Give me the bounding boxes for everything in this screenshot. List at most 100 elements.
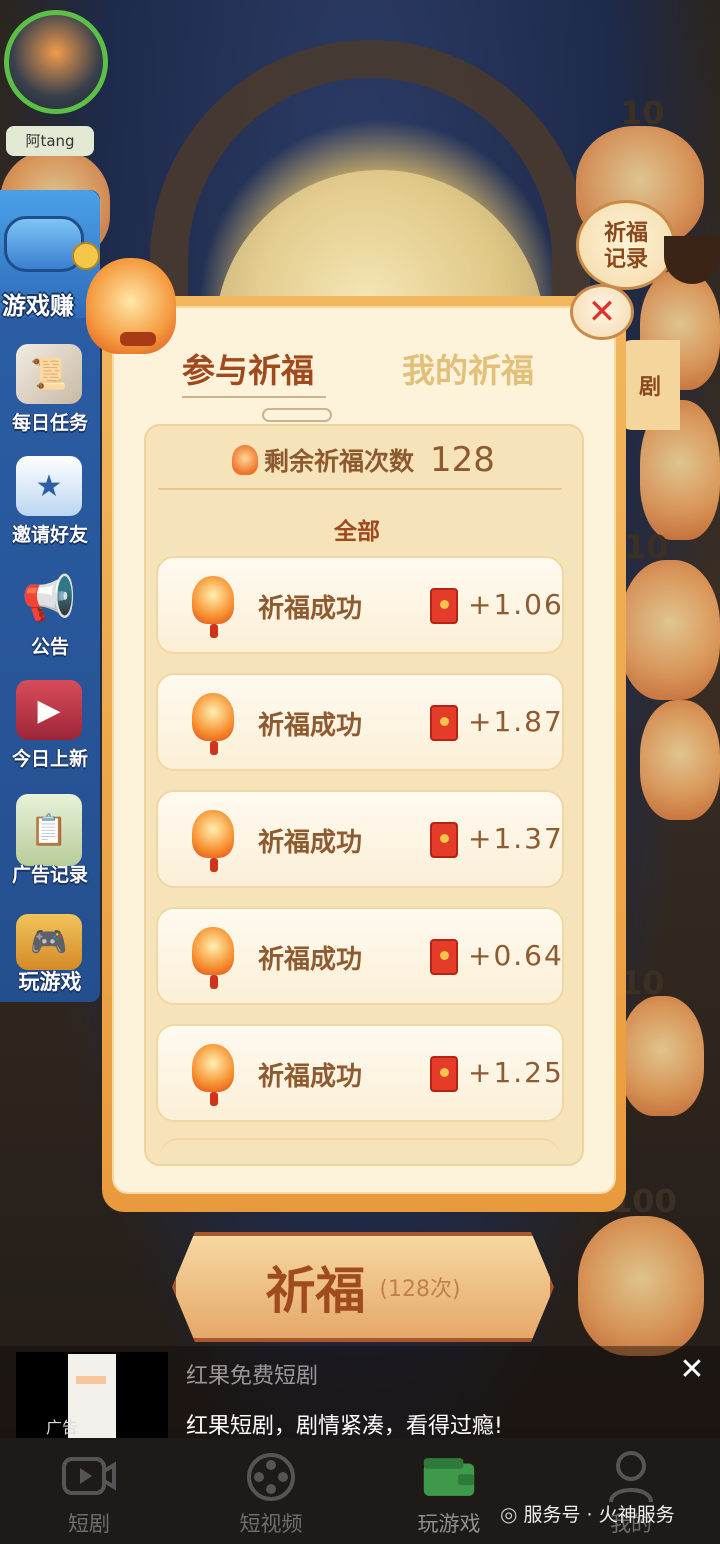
- red-envelope-icon: [430, 1056, 458, 1092]
- sidebar-item-label: 广告记录: [11, 864, 88, 886]
- red-envelope-icon: [430, 588, 458, 624]
- pray-button-count: (128次): [379, 1277, 461, 1302]
- watermark: ◎ 服务号 · 火神服务: [500, 1500, 675, 1527]
- record-row: 祈福成功 +1.25: [156, 1024, 564, 1122]
- tab-label: 短视频: [239, 1512, 303, 1536]
- sidebar-item-play-games[interactable]: 🎮 玩游戏: [0, 906, 100, 1016]
- record-amount: +1.06: [468, 588, 564, 621]
- divider: [158, 488, 562, 490]
- red-envelope-icon: [430, 705, 458, 741]
- sidebar-item-label: 公告: [30, 636, 69, 658]
- pray-button-label: 祈福: [265, 1261, 366, 1320]
- record-title: 祈福成功: [258, 594, 363, 624]
- prayer-record-button[interactable]: 祈福 记录: [576, 200, 676, 290]
- lantern-base: [120, 332, 156, 346]
- sidebar-item-label: 每日任务: [11, 412, 88, 434]
- remaining-label: 剩余祈福次数: [264, 447, 415, 476]
- tab-play-games[interactable]: 玩游戏: [384, 1438, 514, 1544]
- remaining-count-row: 剩余祈福次数 128: [232, 432, 495, 488]
- sidebar-item-ad-records[interactable]: 📋 广告记录: [0, 786, 100, 896]
- tab-short-video[interactable]: 短视频: [206, 1438, 336, 1544]
- sidebar-item-label: 游戏赚: [2, 292, 74, 320]
- sidebar-item-announcement[interactable]: 📢 公告: [0, 560, 100, 670]
- tab-mine[interactable]: 我的: [566, 1438, 696, 1544]
- close-icon: ✕: [587, 292, 617, 332]
- sidebar-item-invite-friends[interactable]: ★ 邀请好友: [0, 448, 100, 558]
- red-envelope-icon: [430, 939, 458, 975]
- bottom-tab-bar: 短剧 短视频 玩游戏 我的: [0, 1438, 720, 1544]
- bg-lantern: [640, 700, 720, 820]
- modal-close-button[interactable]: ✕: [570, 284, 634, 340]
- ad-thumbnail: 广告: [16, 1352, 168, 1440]
- bg-number: 10: [620, 94, 665, 132]
- tab-join-prayer[interactable]: 参与祈福: [182, 344, 314, 392]
- record-amount: +1.87: [468, 705, 564, 738]
- invite-icon: ★: [16, 456, 82, 516]
- lantern-tassel: [210, 858, 218, 872]
- bg-lantern: [620, 996, 704, 1116]
- sky-lantern-icon: [192, 927, 234, 975]
- sidebar-item-daily-task[interactable]: 📜 每日任务: [0, 336, 100, 446]
- coin-stack-icon: [72, 242, 100, 270]
- record-title: 祈福成功: [258, 1062, 363, 1092]
- ad-description: 红果短剧，剧情紧凑，看得过瘾!: [186, 1414, 503, 1439]
- book-icon: ▶: [16, 680, 82, 740]
- ad-banner[interactable]: 广告 红果免费短剧 红果短剧，剧情紧凑，看得过瘾! ✕: [0, 1346, 720, 1440]
- record-row: 祈福成功 +1.06: [156, 556, 564, 654]
- sky-lantern-icon: [192, 1044, 234, 1092]
- sky-lantern-icon: [232, 445, 258, 475]
- record-label-line1: 祈福: [603, 221, 648, 246]
- pray-button[interactable]: 祈福 (128次): [172, 1232, 554, 1342]
- bg-number: 10: [620, 964, 665, 1002]
- bg-lantern: [620, 560, 720, 700]
- bg-number: 10: [624, 528, 669, 566]
- watermark-text: 服务号 · 火神服务: [523, 1504, 675, 1526]
- lantern-tassel: [210, 624, 218, 638]
- record-row-partial: [160, 1138, 560, 1162]
- tab-underline-scroll: [262, 408, 332, 422]
- sky-lantern-icon: [192, 810, 234, 858]
- sidebar-item-label: 玩游戏: [18, 970, 82, 994]
- record-amount: +0.64: [468, 939, 564, 972]
- megaphone-icon: 📢: [21, 573, 77, 624]
- film-reel-icon: [244, 1450, 298, 1504]
- record-amount: +1.37: [468, 822, 564, 855]
- record-row: 祈福成功 +1.87: [156, 673, 564, 771]
- clipboard-icon: 📋: [16, 794, 82, 866]
- tab-my-prayer[interactable]: 我的祈福: [402, 344, 534, 392]
- scroll-icon: 📜: [16, 344, 82, 404]
- record-row: 祈福成功 +1.37: [156, 790, 564, 888]
- sidebar-item-label: 邀请好友: [11, 524, 88, 546]
- avatar[interactable]: [4, 10, 108, 114]
- bg-lantern: [578, 1216, 704, 1356]
- close-icon[interactable]: ✕: [676, 1354, 708, 1386]
- gamepad-icon: [4, 216, 84, 272]
- ad-tag: 广告: [46, 1418, 79, 1437]
- wechat-icon: ◎: [500, 1501, 518, 1526]
- record-amount: +1.25: [468, 1056, 564, 1089]
- lantern-tassel: [210, 975, 218, 989]
- wallet-icon: [422, 1450, 476, 1504]
- record-title: 祈福成功: [258, 828, 363, 858]
- controller-icon: 🎮: [16, 914, 82, 970]
- record-label-line2: 记录: [603, 247, 648, 272]
- ad-thumbnail-bar: [76, 1376, 106, 1384]
- sky-lantern-icon: [192, 576, 234, 624]
- tab-short-drama[interactable]: 短剧: [24, 1438, 154, 1544]
- lantern-tassel: [210, 741, 218, 755]
- tab-label: 玩游戏: [417, 1512, 481, 1536]
- red-envelope-icon: [430, 822, 458, 858]
- sidebar-item-label: 今日上新: [11, 748, 88, 770]
- sky-lantern-icon: [192, 693, 234, 741]
- ad-title: 红果免费短剧: [186, 1364, 319, 1389]
- sidebar-item-new-today[interactable]: ▶ 今日上新: [0, 672, 100, 782]
- tab-label: 短剧: [68, 1512, 110, 1536]
- filter-all[interactable]: 全部: [334, 512, 380, 546]
- video-icon: [62, 1450, 116, 1504]
- tab-underline: [182, 396, 326, 402]
- record-title: 祈福成功: [258, 711, 363, 741]
- right-side-tab[interactable]: 剧: [620, 340, 680, 430]
- remaining-value: 128: [430, 440, 495, 480]
- lantern-tassel: [210, 1092, 218, 1106]
- person-icon: [604, 1450, 658, 1504]
